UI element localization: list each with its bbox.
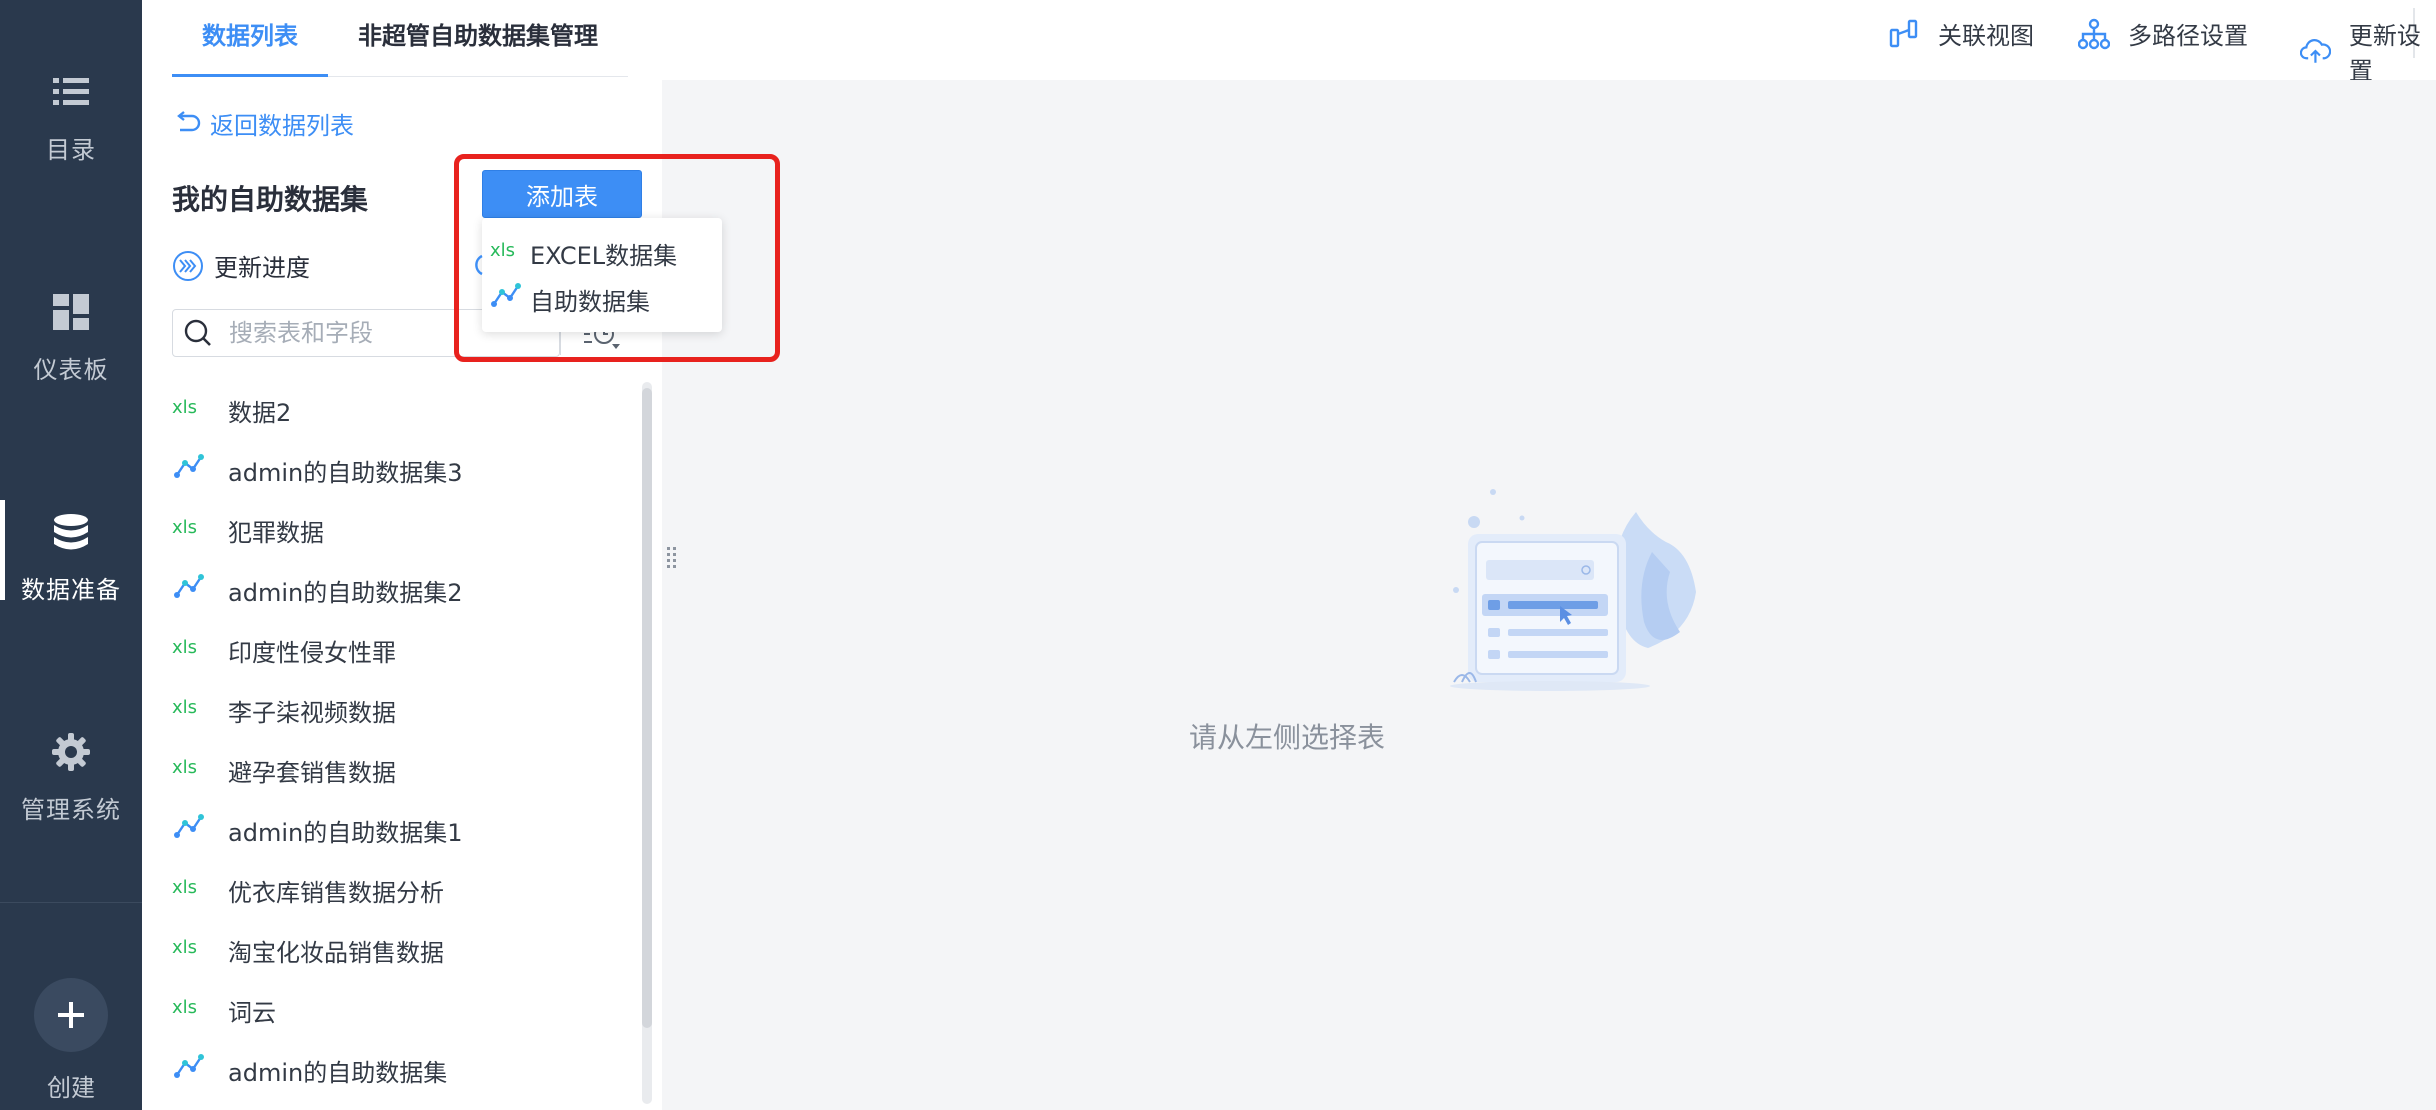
list-item[interactable]: xls 词云 — [172, 988, 632, 1032]
dashboard-icon — [53, 294, 89, 330]
multipath-icon — [2078, 18, 2110, 49]
xls-icon: xls — [172, 395, 228, 425]
xls-icon: xls — [172, 695, 228, 725]
back-arrow-icon — [177, 110, 201, 131]
list-item[interactable]: admin的自助数据集2 — [172, 568, 632, 612]
relation-view-button[interactable]: 关联视图 — [1888, 16, 2034, 51]
self-dataset-icon — [172, 1053, 228, 1087]
list-icon — [53, 78, 89, 105]
update-progress-link[interactable]: 更新进度 — [172, 248, 310, 283]
gear-icon — [52, 733, 90, 771]
list-item-label: 优衣库销售数据分析 — [228, 878, 444, 907]
top-bar: 数据列表 非超管自助数据集管理 关联视图 多路径设置 更新设置 — [142, 0, 2436, 85]
list-item[interactable]: xls 印度性侵女性罪 — [172, 628, 632, 672]
create-button[interactable] — [34, 978, 108, 1052]
empty-state-text: 请从左侧选择表 — [1188, 721, 1385, 754]
multipath-settings-button[interactable]: 多路径设置 — [2078, 16, 2248, 51]
self-dataset-icon — [172, 453, 228, 487]
plus-icon — [58, 1002, 84, 1028]
list-item-label: 李子柒视频数据 — [228, 698, 396, 727]
list-item-label: 印度性侵女性罪 — [228, 638, 396, 667]
app-root: 目录 仪表板 数据准备 管理系统 创建 数据列表 非超管自助数据集管理 关联视图… — [0, 0, 2436, 1110]
xls-icon: xls — [172, 875, 228, 905]
empty-state-illustration — [1450, 489, 1696, 691]
update-settings-label: 更新设置 — [2348, 22, 2421, 85]
tab-non-admin-dataset-mgmt[interactable]: 非超管自助数据集管理 — [358, 16, 598, 51]
tab-rule — [328, 76, 628, 77]
nav-divider — [0, 902, 142, 903]
svg-text:xls: xls — [172, 757, 197, 778]
relation-view-label: 关联视图 — [1938, 22, 2034, 50]
list-item-label: admin的自助数据集 — [228, 1058, 448, 1087]
list-item-label: 数据2 — [228, 398, 292, 427]
list-item-label: admin的自助数据集2 — [228, 578, 463, 607]
create-label: 创建 — [47, 1074, 95, 1102]
list-item[interactable]: admin的自助数据集3 — [172, 448, 632, 492]
nav-item-catalog[interactable]: 目录 — [0, 72, 142, 212]
list-scrollbar[interactable] — [642, 382, 652, 1104]
self-dataset-icon — [172, 813, 228, 847]
svg-text:xls: xls — [172, 937, 197, 958]
list-item[interactable]: xls 淘宝化妆品销售数据 — [172, 928, 632, 972]
list-item-label: 犯罪数据 — [228, 518, 324, 547]
xls-icon: xls — [172, 755, 228, 785]
list-item-label: admin的自助数据集3 — [228, 458, 463, 487]
relation-view-icon — [1889, 19, 1918, 47]
self-dataset-icon — [172, 573, 228, 607]
update-settings-button[interactable]: 更新设置 — [2300, 16, 2436, 86]
xls-icon: xls — [172, 635, 228, 665]
progress-icon — [173, 250, 203, 281]
list-item[interactable]: xls 数据2 — [172, 388, 632, 432]
svg-text:xls: xls — [172, 877, 197, 898]
svg-text:xls: xls — [172, 517, 197, 538]
nav-label-data-prep: 数据准备 — [21, 576, 121, 604]
list-item[interactable]: xls 优衣库销售数据分析 — [172, 868, 632, 912]
list-item-label: admin的自助数据集1 — [228, 818, 463, 847]
list-scrollbar-thumb[interactable] — [642, 388, 652, 1028]
list-item-label: 词云 — [228, 998, 276, 1027]
nav-label-catalog: 目录 — [46, 136, 96, 164]
nav-item-admin[interactable]: 管理系统 — [0, 732, 142, 872]
list-item[interactable]: xls 避孕套销售数据 — [172, 748, 632, 792]
multipath-settings-label: 多路径设置 — [2128, 22, 2248, 50]
xls-icon: xls — [172, 515, 228, 545]
update-progress-label: 更新进度 — [214, 254, 310, 282]
back-to-list-link[interactable]: 返回数据列表 — [174, 106, 354, 141]
list-item-label: 避孕套销售数据 — [228, 758, 396, 787]
search-icon — [184, 319, 211, 346]
xls-icon: xls — [172, 935, 228, 965]
tab-data-list[interactable]: 数据列表 — [202, 16, 298, 51]
back-to-list-label: 返回数据列表 — [210, 112, 354, 140]
xls-icon: xls — [172, 995, 228, 1025]
nav-item-data-prep[interactable]: 数据准备 — [0, 500, 142, 652]
svg-text:xls: xls — [172, 997, 197, 1018]
nav-item-dashboard[interactable]: 仪表板 — [0, 292, 142, 432]
active-tab-indicator — [172, 74, 328, 77]
list-item[interactable]: xls 李子柒视频数据 — [172, 688, 632, 732]
database-icon — [54, 514, 88, 550]
list-item[interactable]: admin的自助数据集 — [172, 1048, 632, 1092]
nav-label-admin: 管理系统 — [21, 796, 121, 824]
list-item[interactable]: xls 犯罪数据 — [172, 508, 632, 552]
cloud-update-icon — [2300, 39, 2331, 63]
nav-label-dashboard: 仪表板 — [33, 356, 109, 384]
list-item[interactable]: admin的自助数据集1 — [172, 808, 632, 852]
left-nav: 目录 仪表板 数据准备 管理系统 创建 — [0, 0, 142, 1110]
list-item-label: 淘宝化妆品销售数据 — [228, 938, 444, 967]
panel-title: 我的自助数据集 — [172, 183, 369, 216]
highlight-annotation-box — [454, 154, 780, 362]
resize-handle[interactable] — [666, 546, 678, 572]
svg-text:xls: xls — [172, 397, 197, 418]
svg-text:xls: xls — [172, 697, 197, 718]
svg-text:xls: xls — [172, 637, 197, 658]
